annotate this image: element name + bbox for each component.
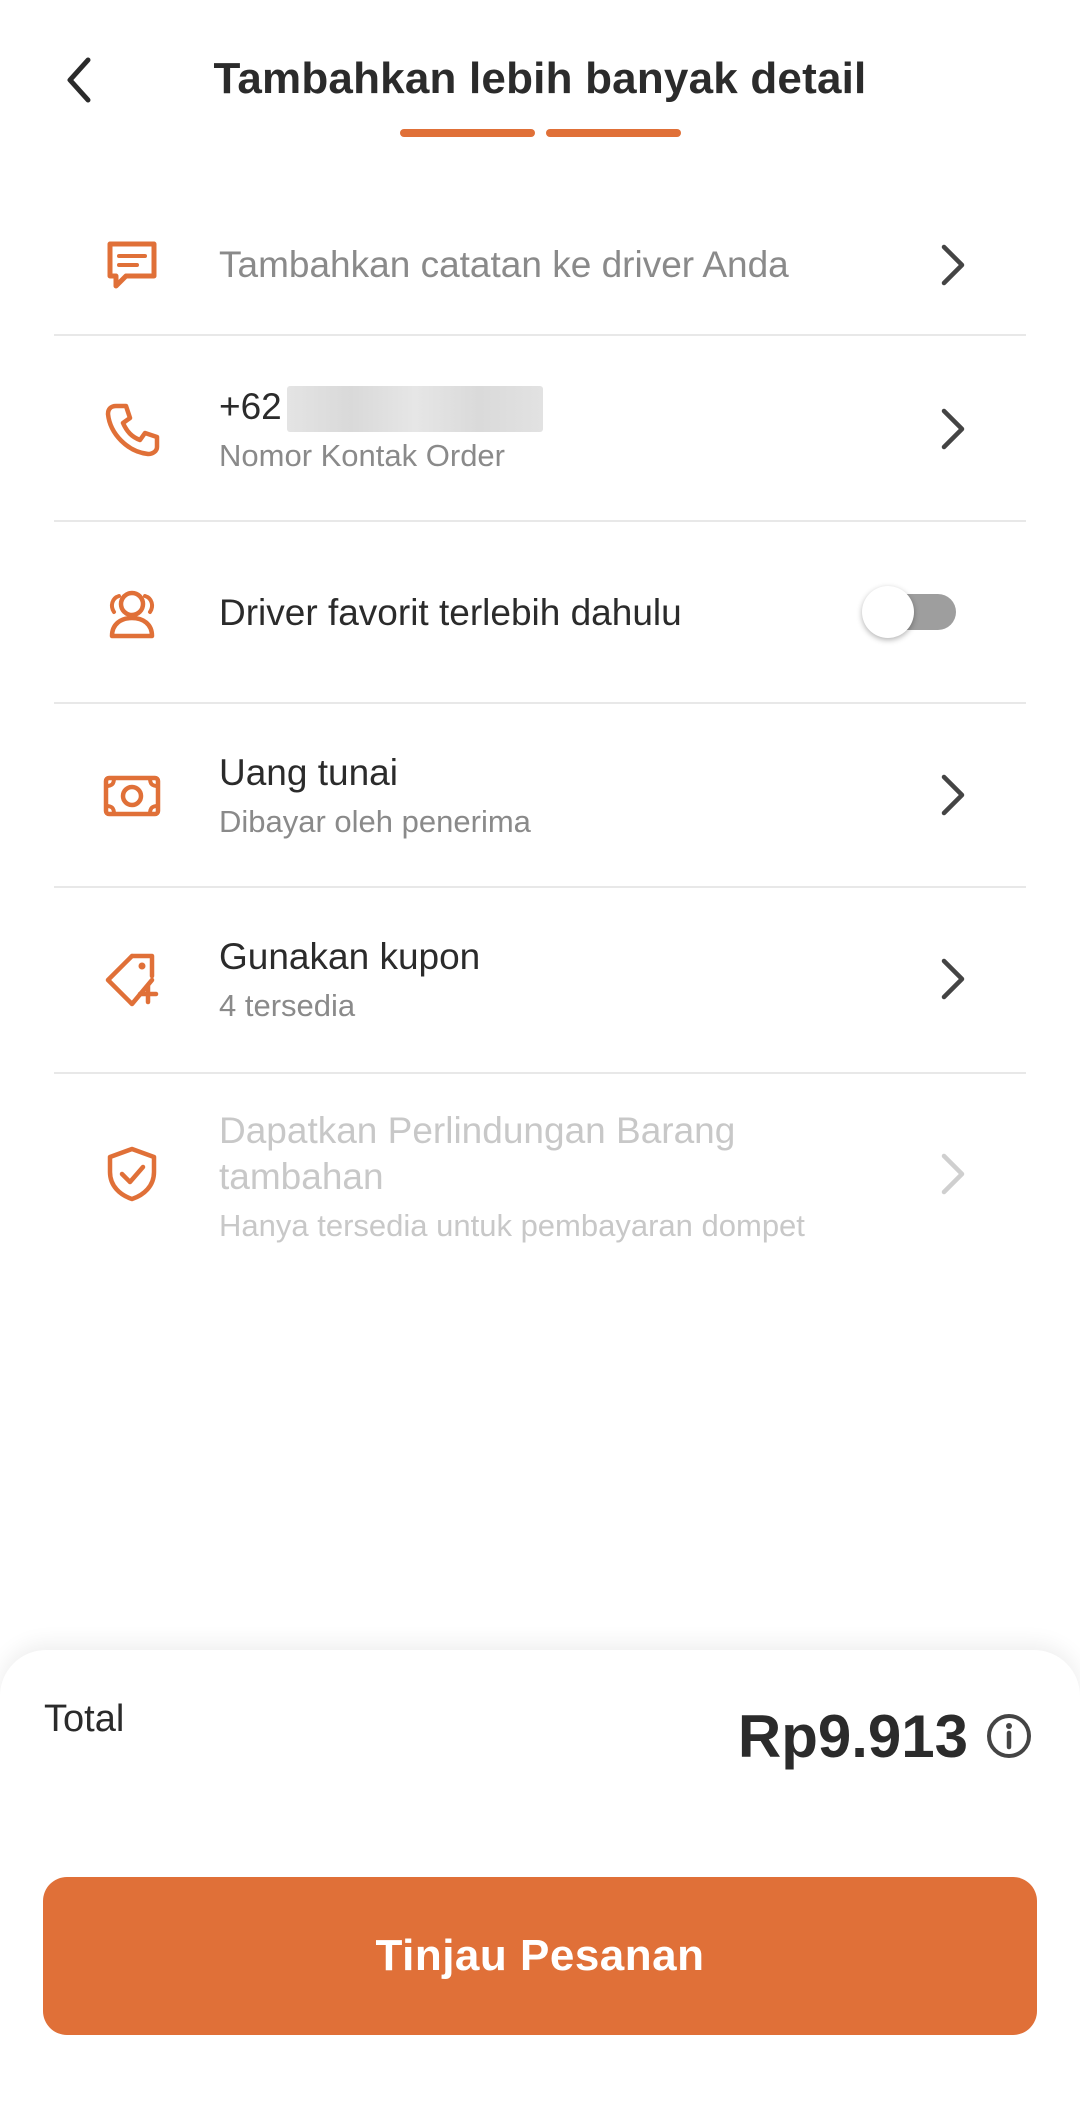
chevron-right-icon — [941, 774, 965, 816]
coupon-label: Gunakan kupon — [219, 936, 481, 977]
order-summary-footer: Total Rp9.913 Tinjau Pesanan — [0, 1650, 1080, 2116]
page-title: Tambahkan lebih banyak detail — [213, 54, 867, 103]
chevron-right-icon — [941, 408, 965, 450]
chevron-right-icon — [941, 958, 965, 1000]
driver-note-label: Tambahkan catatan ke driver Anda — [219, 244, 789, 285]
divider — [54, 1072, 1026, 1074]
review-order-button[interactable]: Tinjau Pesanan — [43, 1877, 1037, 2035]
favorite-driver-icon — [109, 590, 155, 639]
divider — [54, 520, 1026, 522]
divider — [54, 886, 1026, 888]
header: Tambahkan lebih banyak detail — [0, 0, 1080, 150]
payment-method-caption: Dibayar oleh penerima — [219, 804, 531, 839]
contact-number-value: +62 — [219, 386, 282, 427]
goods-protection-label-line1: Dapatkan Perlindungan Barang — [219, 1110, 736, 1151]
coupon-caption: 4 tersedia — [219, 988, 356, 1023]
progress-step-1 — [400, 129, 535, 137]
info-icon[interactable] — [985, 1712, 1033, 1760]
chevron-right-icon — [941, 1153, 965, 1195]
toggle-knob[interactable] — [862, 586, 914, 638]
divider — [54, 702, 1026, 704]
goods-protection-caption: Hanya tersedia untuk pembayaran dompet — [219, 1208, 805, 1243]
phone-icon — [105, 403, 160, 457]
total-label: Total — [44, 1698, 125, 1740]
goods-protection-label-line2: tambahan — [219, 1156, 384, 1197]
total-amount: Rp9.913 — [737, 1703, 968, 1770]
favorite-driver-label: Driver favorit terlebih dahulu — [219, 592, 682, 633]
coupon-icon — [105, 953, 159, 1007]
divider — [54, 334, 1026, 336]
shield-check-icon — [107, 1146, 157, 1202]
note-icon — [107, 241, 157, 289]
cash-icon — [103, 775, 161, 817]
progress-step-2 — [546, 129, 681, 137]
redacted-phone-number — [287, 386, 543, 432]
chevron-right-icon — [941, 244, 965, 286]
payment-method-label: Uang tunai — [219, 752, 398, 793]
contact-number-caption: Nomor Kontak Order — [219, 438, 505, 473]
